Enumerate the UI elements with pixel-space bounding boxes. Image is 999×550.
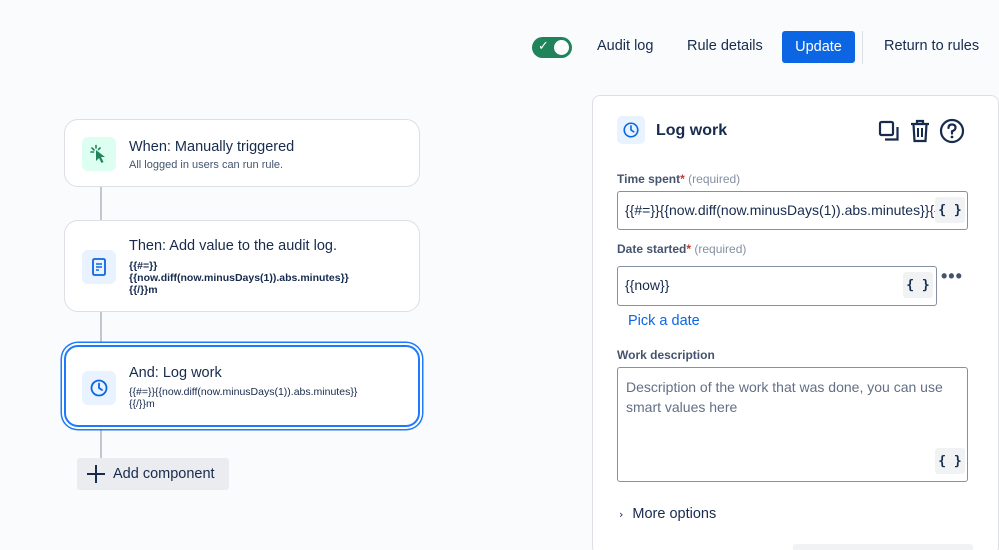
flow-connector <box>100 187 102 220</box>
cursor-click-icon <box>82 137 116 171</box>
trigger-subtitle: All logged in users can run rule. <box>129 159 284 171</box>
audit-log-toggle[interactable]: ✓ <box>532 37 572 58</box>
log-work-code-line: {{/}}m <box>129 398 155 410</box>
flow-connector <box>100 312 102 345</box>
document-icon <box>82 250 116 284</box>
log-work-config-panel: Log work Time spent* (required) {{#=}}{{… <box>592 95 999 550</box>
flow-connector <box>100 427 102 458</box>
smart-value-button[interactable]: { } <box>935 448 965 474</box>
audit-action-title: Then: Add value to the audit log. <box>129 238 337 254</box>
work-description-placeholder: Description of the work that was done, y… <box>626 379 943 415</box>
add-component-button[interactable]: Add component <box>77 458 229 490</box>
required-mark: * <box>680 172 685 186</box>
smart-value-button[interactable]: { } <box>935 197 965 223</box>
update-button[interactable]: Update <box>782 31 855 63</box>
rule-details-link[interactable]: Rule details <box>687 38 763 54</box>
date-started-label: Date started* (required) <box>617 242 746 256</box>
plus-icon <box>87 465 105 483</box>
return-to-rules-link[interactable]: Return to rules <box>884 38 979 54</box>
time-spent-label: Time spent* (required) <box>617 172 740 186</box>
check-icon: ✓ <box>538 39 549 54</box>
clock-icon <box>82 371 116 405</box>
more-options-label: More options <box>632 506 717 522</box>
duplicate-button[interactable] <box>876 118 902 144</box>
panel-footer-button[interactable] <box>793 544 973 550</box>
smart-value-button[interactable]: { } <box>903 272 933 298</box>
log-work-title: And: Log work <box>129 365 222 381</box>
help-button[interactable] <box>938 118 966 144</box>
audit-log-link[interactable]: Audit log <box>597 38 653 54</box>
time-spent-input[interactable]: {{#=}}{{now.diff(now.minusDays(1)).abs.m… <box>617 191 968 230</box>
help-icon <box>939 118 965 144</box>
audit-log-action-card[interactable]: Then: Add value to the audit log. {{#=}}… <box>64 220 420 312</box>
date-started-input[interactable]: {{now}} { } <box>617 266 937 306</box>
copy-icon <box>878 120 899 141</box>
required-hint: (required) <box>694 242 747 256</box>
delete-button[interactable] <box>907 118 933 144</box>
audit-action-code-line: {{now.diff(now.minusDays(1)).abs.minutes… <box>129 272 349 284</box>
top-bar: ✓ Audit log Rule details Update Return t… <box>0 0 999 95</box>
log-work-code-line: {{#=}}{{now.diff(now.minusDays(1)).abs.m… <box>129 386 358 398</box>
pick-a-date-link[interactable]: Pick a date <box>628 313 700 329</box>
panel-title: Log work <box>656 122 728 139</box>
time-spent-value: {{#=}}{{now.diff(now.minusDays(1)).abs.m… <box>625 202 964 218</box>
toolbar-divider <box>862 31 863 64</box>
required-hint: (required) <box>688 172 741 186</box>
more-options-toggle[interactable]: › More options <box>619 506 716 522</box>
audit-action-code-line: {{#=}} <box>129 260 158 272</box>
clock-icon <box>617 116 645 144</box>
add-component-label: Add component <box>113 466 215 482</box>
toggle-knob <box>554 40 569 55</box>
chevron-right-icon: › <box>619 507 624 521</box>
trigger-title: When: Manually triggered <box>129 139 295 155</box>
date-started-label-text: Date started <box>617 242 687 256</box>
trigger-card[interactable]: When: Manually triggered All logged in u… <box>64 119 420 187</box>
date-started-value: {{now}} <box>625 277 670 293</box>
more-actions-icon[interactable]: ••• <box>941 266 963 287</box>
log-work-action-card[interactable]: And: Log work {{#=}}{{now.diff(now.minus… <box>64 345 420 427</box>
required-mark: * <box>686 242 692 256</box>
work-description-label: Work description <box>617 348 715 362</box>
audit-action-code-line: {{/}}m <box>129 284 158 296</box>
time-spent-label-text: Time spent <box>617 172 681 186</box>
work-description-textarea[interactable]: Description of the work that was done, y… <box>617 367 968 482</box>
trash-icon <box>911 119 929 143</box>
